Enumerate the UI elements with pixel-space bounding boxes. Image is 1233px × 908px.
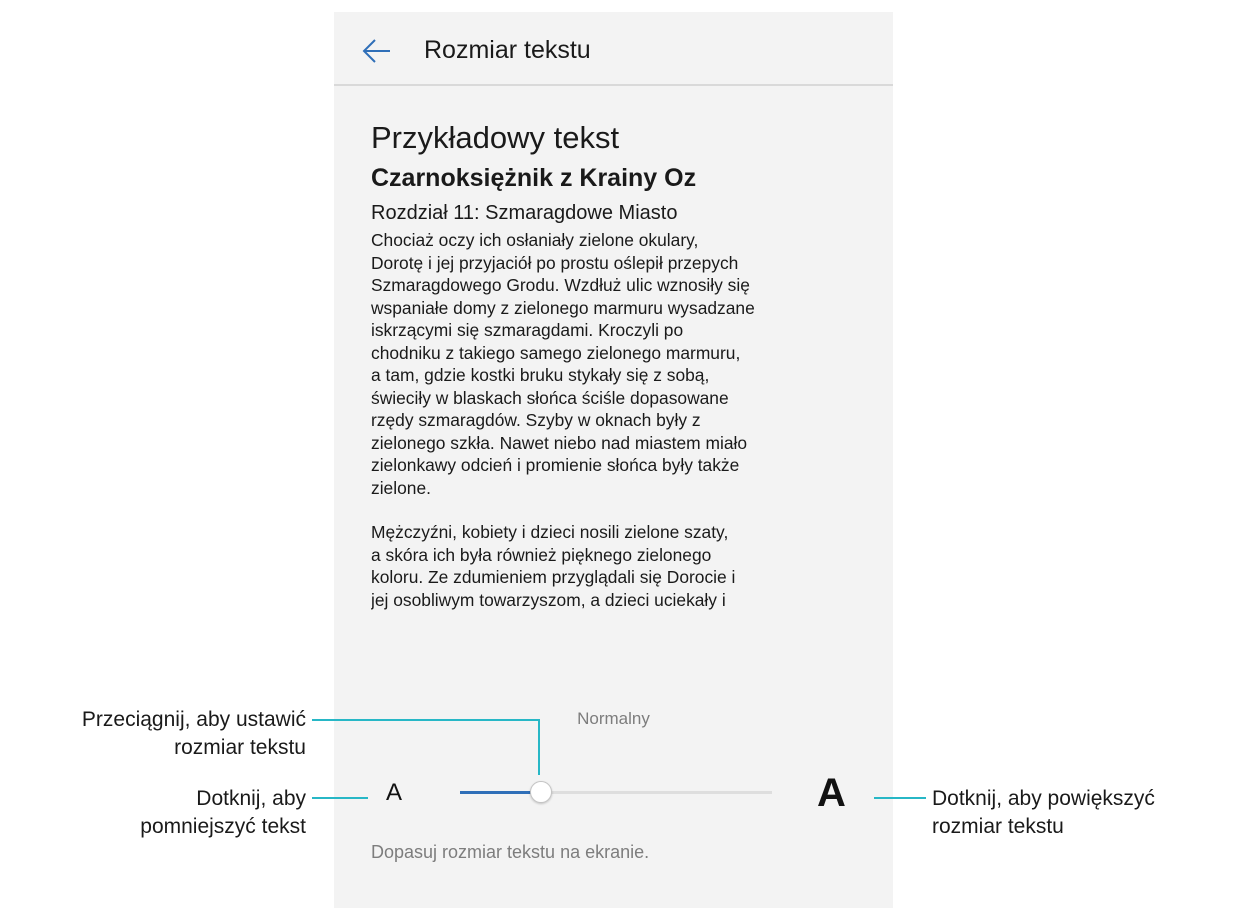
slider-thumb[interactable]	[530, 781, 553, 803]
increase-size-button[interactable]: A	[817, 771, 846, 816]
app-bar: Rozmiar tekstu	[334, 12, 893, 84]
enlarge-callout-line-2: rozmiar tekstu	[932, 815, 1064, 838]
enlarge-callout-text: Dotknij, aby powiększyć rozmiar tekstu	[932, 785, 1155, 841]
drag-callout-line-v	[538, 719, 540, 775]
hint-text: Dopasuj rozmiar tekstu na ekranie.	[371, 842, 650, 862]
appbar-divider	[334, 84, 893, 86]
shrink-callout-line-1: Dotknij, aby	[196, 787, 306, 810]
preview-paragraph-2: Mężczyźni, kobiety i dzieci nosili zielo…	[371, 522, 736, 610]
drag-callout-line-2: rozmiar tekstu	[174, 736, 306, 759]
text-size-screen: Rozmiar tekstu Przykładowy tekst Czarnok…	[334, 12, 893, 908]
slider-fill	[460, 791, 542, 794]
decrease-size-button[interactable]: A	[386, 779, 402, 807]
enlarge-callout-line-1: Dotknij, aby powiększyć	[932, 787, 1155, 810]
book-title: Czarnoksiężnik z Krainy Oz	[371, 164, 697, 192]
preview-paragraph-1: Chociaż oczy ich osłaniały zielone okula…	[371, 230, 755, 498]
drag-callout-text: Przeciągnij, aby ustawić rozmiar tekstu	[82, 706, 306, 762]
chapter-title: Rozdział 11: Szmaragdowe Miasto	[371, 202, 678, 224]
sample-heading: Przykładowy tekst	[371, 120, 620, 155]
drag-callout-line-h	[312, 719, 540, 721]
back-button[interactable]	[360, 36, 394, 66]
page-title: Rozmiar tekstu	[424, 36, 591, 64]
enlarge-callout-line	[874, 797, 926, 799]
text-size-slider[interactable]	[460, 791, 772, 794]
shrink-callout-text: Dotknij, aby pomniejszyć tekst	[140, 785, 306, 841]
drag-callout-line-1: Przeciągnij, aby ustawić	[81, 708, 306, 731]
shrink-callout-line-2: pomniejszyć tekst	[140, 815, 306, 838]
shrink-callout-line	[312, 797, 368, 799]
text-preview[interactable]: Przykładowy tekst Czarnoksiężnik z Krain…	[371, 119, 881, 667]
arrow-left-icon	[362, 39, 390, 63]
